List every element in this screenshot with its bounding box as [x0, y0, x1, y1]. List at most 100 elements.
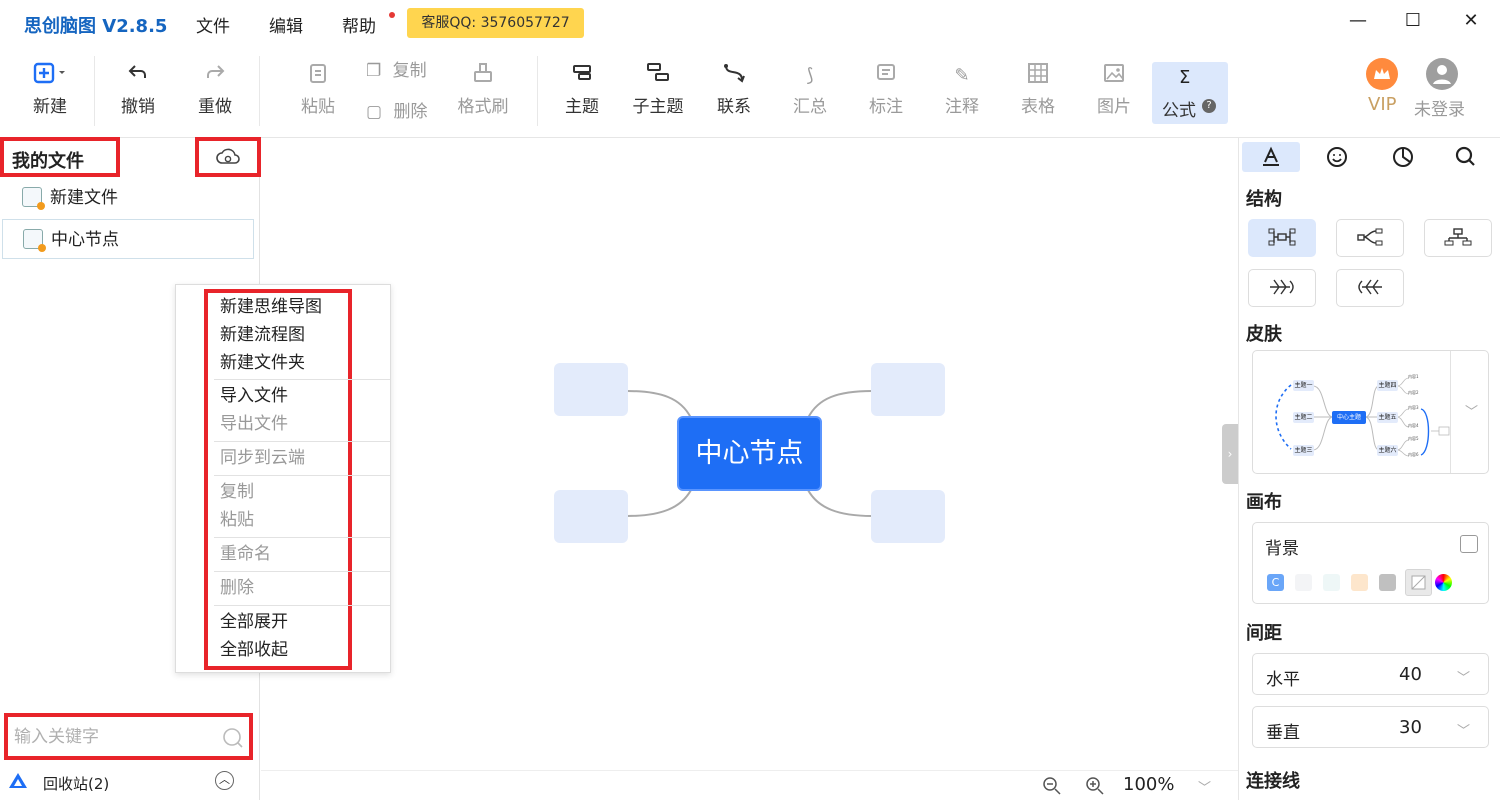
topic-node[interactable]: [554, 363, 628, 416]
subtopic-button[interactable]: 子主题: [626, 62, 690, 117]
image-icon: [1082, 62, 1146, 90]
horizontal-value: 40: [1399, 664, 1422, 685]
relation-icon: [702, 62, 766, 90]
swatch-custom[interactable]: C: [1267, 574, 1284, 591]
new-button[interactable]: 新建: [18, 62, 82, 117]
status-bar: 100% ﹀: [261, 770, 1238, 800]
menu-help[interactable]: 帮助: [342, 12, 376, 37]
redo-icon: [183, 62, 247, 90]
vertical-label: 垂直: [1266, 723, 1300, 743]
skin-topic-node: 主题二: [1293, 412, 1314, 423]
file-item-selected[interactable]: 中心节点: [2, 219, 254, 259]
delete-icon: ▢: [366, 102, 383, 122]
app-title: 思创脑图 V2.8.5: [24, 16, 168, 37]
menu-copy[interactable]: 复制: [220, 478, 254, 506]
vip-label[interactable]: VIP: [1368, 94, 1396, 115]
skin-leaf-label: 内容3: [1408, 405, 1419, 410]
horizontal-label: 水平: [1266, 670, 1300, 690]
layout-org-button[interactable]: [1424, 219, 1492, 257]
close-button[interactable]: ✕: [1459, 10, 1483, 32]
chevron-down-icon[interactable]: ﹀: [1198, 777, 1211, 796]
skin-leaf-label: 内容6: [1408, 452, 1419, 457]
center-node[interactable]: 中心节点: [677, 416, 822, 491]
pen-icon: ✎: [954, 65, 970, 86]
properties-panel: 结构 皮肤 中心主题 主题一 主题二 主题三 主题四 主题五 主题六 内容1 内…: [1238, 138, 1500, 800]
copy-button[interactable]: ❐ 复制: [366, 56, 427, 81]
menu-file[interactable]: 文件: [196, 12, 230, 37]
swatch[interactable]: [1351, 574, 1368, 591]
swatch[interactable]: [1379, 574, 1396, 591]
sidebar-title: 我的文件: [12, 151, 84, 172]
topic-node[interactable]: [554, 490, 628, 543]
collapse-icon[interactable]: ︿: [215, 771, 234, 790]
chevron-down-icon[interactable]: ﹀: [1465, 401, 1478, 420]
swatch[interactable]: [1323, 574, 1340, 591]
swatch[interactable]: [1295, 574, 1312, 591]
topic-node[interactable]: [871, 363, 945, 416]
tab-theme[interactable]: [1374, 142, 1432, 172]
crown-icon[interactable]: [1366, 58, 1398, 90]
background-label: 背景: [1265, 539, 1299, 559]
help-icon[interactable]: ?: [1202, 99, 1216, 113]
summary-icon: ⟆: [806, 65, 814, 86]
chevron-down-icon[interactable]: ﹀: [1457, 667, 1470, 686]
canvas-title: 画布: [1246, 492, 1282, 513]
image-button[interactable]: 图片: [1082, 62, 1146, 117]
search-input[interactable]: [14, 719, 214, 755]
table-icon: [1006, 62, 1070, 90]
tab-search[interactable]: [1437, 142, 1495, 172]
recycle-bin-icon: [7, 771, 29, 795]
panel-toggle-handle[interactable]: ›: [1222, 424, 1238, 484]
layout-fishbone-right-button[interactable]: [1248, 269, 1316, 307]
table-button[interactable]: 表格: [1006, 62, 1070, 117]
minimize-button[interactable]: —: [1346, 10, 1370, 32]
menu-delete[interactable]: 删除: [220, 574, 254, 602]
menu-paste[interactable]: 粘贴: [220, 506, 254, 534]
layout-mindmap-button[interactable]: [1248, 219, 1316, 257]
mindmap-file-icon: [22, 187, 45, 210]
note-button[interactable]: ✎ 注释: [930, 62, 994, 117]
format-brush-button[interactable]: 格式刷: [451, 62, 515, 117]
label-icon: [854, 62, 918, 90]
support-qq-badge[interactable]: 客服QQ: 3576057727: [407, 8, 584, 38]
recycle-bin-label[interactable]: 回收站(2): [43, 773, 109, 794]
avatar[interactable]: [1426, 58, 1458, 90]
mindmap-file-icon: [23, 229, 46, 252]
connector-title: 连接线: [1246, 771, 1300, 792]
summary-button[interactable]: ⟆ 汇总: [778, 62, 842, 117]
paste-button[interactable]: 粘贴: [286, 62, 350, 117]
formula-button[interactable]: Σ 公式 ?: [1152, 62, 1228, 124]
skin-selector[interactable]: 中心主题 主题一 主题二 主题三 主题四 主题五 主题六 内容1 内容2 内容3…: [1252, 350, 1489, 474]
redo-button[interactable]: 重做: [183, 62, 247, 117]
layout-fishbone-left-button[interactable]: [1336, 269, 1404, 307]
label-button[interactable]: 标注: [854, 62, 918, 117]
skin-leaf-label: 内容2: [1408, 390, 1419, 395]
layout-right-button[interactable]: [1336, 219, 1404, 257]
cloud-sync-icon[interactable]: [215, 146, 241, 172]
zoom-out-icon[interactable]: [1042, 776, 1062, 800]
skin-leaf-label: 内容5: [1408, 436, 1419, 441]
skin-topic-node: 主题三: [1293, 445, 1314, 456]
tab-emoji[interactable]: [1308, 142, 1366, 172]
undo-button[interactable]: 撤销: [106, 62, 170, 117]
delete-button[interactable]: ▢ 删除: [366, 97, 427, 122]
brush-icon: [451, 62, 515, 90]
file-item[interactable]: 新建文件: [2, 178, 254, 218]
title-bar: 思创脑图 V2.8.5 文件 编辑 帮助 客服QQ: 3576057727 — …: [0, 0, 1500, 46]
swatch-none[interactable]: [1405, 569, 1432, 596]
paste-icon: [286, 62, 350, 90]
zoom-in-icon[interactable]: [1085, 776, 1105, 800]
toolbar: 新建 撤销 重做 粘贴 ❐ 复制 ▢ 删除 格式刷 主题 子主题 联系 ⟆ 汇总: [0, 46, 1500, 138]
topic-node[interactable]: [871, 490, 945, 543]
color-picker-icon[interactable]: [1435, 574, 1452, 591]
background-checkbox[interactable]: [1460, 535, 1478, 553]
menu-edit[interactable]: 编辑: [269, 12, 303, 37]
zoom-level[interactable]: 100%: [1123, 774, 1174, 795]
search-icon[interactable]: [222, 727, 244, 753]
relation-button[interactable]: 联系: [702, 62, 766, 117]
tab-style[interactable]: [1242, 142, 1300, 172]
chevron-down-icon[interactable]: ﹀: [1457, 720, 1470, 739]
maximize-button[interactable]: ☐: [1401, 10, 1425, 32]
topic-button[interactable]: 主题: [550, 62, 614, 117]
login-label[interactable]: 未登录: [1414, 95, 1465, 120]
